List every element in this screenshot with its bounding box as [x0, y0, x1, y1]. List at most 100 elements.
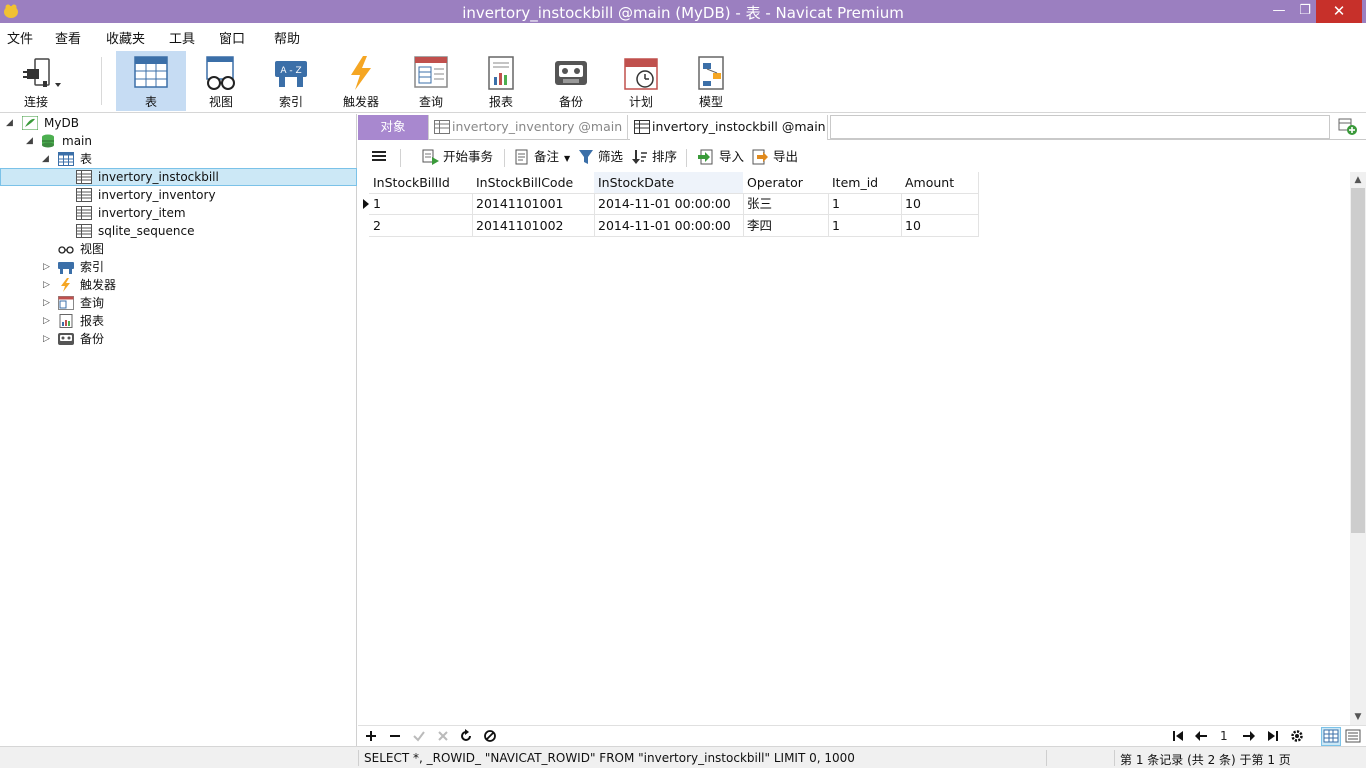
grid-view-button[interactable] — [1321, 727, 1341, 746]
tree-node-backups[interactable]: ▷ 备份 — [0, 330, 357, 348]
new-tab-icon[interactable] — [1338, 118, 1358, 136]
grid-cell[interactable]: 2 — [369, 215, 473, 237]
menu-favorites[interactable]: 收藏夹 — [106, 28, 145, 47]
refresh-button[interactable] — [458, 728, 474, 744]
add-record-button[interactable] — [363, 728, 379, 744]
tab-strip-empty — [830, 115, 1330, 139]
grid-cell[interactable]: 10 — [901, 193, 979, 215]
collapse-arrow-icon[interactable]: ◢ — [26, 132, 36, 150]
tree-node-reports[interactable]: ▷ 报表 — [0, 312, 357, 330]
menu-view[interactable]: 查看 — [55, 28, 81, 47]
tree-node-schema[interactable]: ◢ main — [0, 132, 357, 150]
sort-button[interactable]: 排序 — [632, 149, 680, 167]
filter-button[interactable]: 筛选 — [578, 149, 626, 167]
grid-cell[interactable]: 1 — [828, 193, 902, 215]
tree-node-db[interactable]: ◢ MyDB — [0, 114, 357, 132]
toolbar-table-button[interactable]: 表 — [116, 51, 186, 111]
last-page-button[interactable] — [1265, 728, 1281, 744]
grid-cell[interactable]: 2014-11-01 00:00:00 — [594, 215, 744, 237]
column-header[interactable]: InStockBillId — [369, 172, 473, 194]
grid-cell[interactable]: 20141101002 — [472, 215, 595, 237]
vertical-scrollbar[interactable]: ▲ ▼ — [1350, 172, 1366, 725]
menu-file[interactable]: 文件 — [7, 28, 33, 47]
toolbar-schedule-button[interactable]: 计划 — [606, 51, 676, 111]
grid-cell[interactable]: 10 — [901, 215, 979, 237]
collapse-arrow-icon[interactable]: ◢ — [42, 150, 52, 168]
expand-arrow-icon[interactable]: ▷ — [43, 330, 53, 348]
tree-node-tables[interactable]: ◢ 表 — [0, 150, 357, 168]
import-button[interactable]: 导入 — [698, 149, 746, 167]
tab-objects[interactable]: 对象 — [358, 115, 429, 140]
sqlite-db-icon — [22, 116, 38, 130]
begin-transaction-button[interactable]: 开始事务 — [422, 149, 502, 167]
main-toolbar: 连接 表 视图 A - Z 索引 触发器 查询 报表 备份 计划 模型 — [0, 49, 1366, 113]
grid-cell[interactable]: 1 — [828, 215, 902, 237]
prev-page-button[interactable] — [1193, 728, 1209, 744]
check-icon — [413, 731, 425, 742]
toolbar-trigger-button[interactable]: 触发器 — [326, 51, 396, 111]
expand-arrow-icon[interactable]: ▷ — [43, 258, 53, 276]
close-button[interactable]: ✕ — [1316, 0, 1362, 23]
grid-cell[interactable]: 张三 — [743, 193, 829, 215]
export-icon — [752, 149, 768, 165]
toolbar-query-button[interactable]: 查询 — [396, 51, 466, 111]
next-page-button[interactable] — [1241, 728, 1257, 744]
apply-changes-button[interactable] — [411, 728, 427, 744]
settings-button[interactable] — [1289, 728, 1305, 744]
tab-bar: 对象 invertory_inventory @main (... invert… — [358, 114, 1366, 158]
menu-hamburger-button[interactable] — [372, 149, 388, 167]
tree-item-table[interactable]: invertory_inventory — [0, 186, 357, 204]
toolbar-model-label: 模型 — [698, 95, 723, 109]
tree-label-reports: 报表 — [80, 314, 105, 328]
table-icon — [134, 56, 168, 88]
page-number[interactable]: 1 — [1220, 729, 1228, 743]
scrollbar-thumb[interactable] — [1351, 188, 1365, 533]
tree-node-queries[interactable]: ▷ 查询 — [0, 294, 357, 312]
form-view-button[interactable] — [1345, 728, 1361, 744]
grid-cell[interactable]: 李四 — [743, 215, 829, 237]
stop-button[interactable] — [482, 728, 498, 744]
discard-changes-button[interactable] — [435, 728, 451, 744]
toolbar-report-button[interactable]: 报表 — [466, 51, 536, 111]
grid-cell[interactable]: 20141101001 — [472, 193, 595, 215]
column-header[interactable]: Operator — [743, 172, 829, 194]
tree-item-table[interactable]: invertory_instockbill — [0, 168, 357, 186]
tree-node-indexes[interactable]: ▷ 索引 — [0, 258, 357, 276]
column-header[interactable]: Item_id — [828, 172, 902, 194]
collapse-arrow-icon[interactable]: ◢ — [6, 114, 16, 132]
gear-icon — [1291, 730, 1303, 742]
tree-node-triggers[interactable]: ▷ 触发器 — [0, 276, 357, 294]
scroll-up-icon[interactable]: ▲ — [1350, 172, 1366, 188]
grid-cell[interactable]: 1 — [369, 193, 473, 215]
export-button[interactable]: 导出 — [752, 149, 800, 167]
expand-arrow-icon[interactable]: ▷ — [43, 312, 53, 330]
tree-item-table[interactable]: invertory_item — [0, 204, 357, 222]
arrow-right-icon — [1243, 731, 1255, 741]
plus-icon — [366, 731, 376, 741]
toolbar-view-button[interactable]: 视图 — [186, 51, 256, 111]
tree-node-views[interactable]: 视图 — [0, 240, 357, 258]
toolbar-model-button[interactable]: 模型 — [676, 51, 746, 111]
column-header[interactable]: InStockDate — [594, 172, 744, 194]
column-header[interactable]: InStockBillCode — [472, 172, 595, 194]
grid-cell[interactable]: 2014-11-01 00:00:00 — [594, 193, 744, 215]
toolbar-connect-button[interactable]: 连接 — [6, 51, 76, 111]
first-page-button[interactable] — [1170, 728, 1186, 744]
toolbar-index-button[interactable]: A - Z 索引 — [256, 51, 326, 111]
menu-window[interactable]: 窗口 — [219, 28, 245, 47]
expand-arrow-icon[interactable]: ▷ — [43, 294, 53, 312]
expand-arrow-icon[interactable]: ▷ — [43, 276, 53, 294]
memo-button[interactable]: 备注 ▼ — [514, 149, 574, 167]
toolbar-backup-button[interactable]: 备份 — [536, 51, 606, 111]
scroll-down-icon[interactable]: ▼ — [1350, 709, 1366, 725]
menu-tools[interactable]: 工具 — [169, 28, 195, 47]
delete-record-button[interactable] — [387, 728, 403, 744]
tree-label-indexes: 索引 — [80, 260, 105, 274]
tree-item-table[interactable]: sqlite_sequence — [0, 222, 357, 240]
column-header[interactable]: Amount — [901, 172, 979, 194]
dropdown-arrow-icon[interactable]: ▼ — [564, 151, 570, 167]
tab-inventory[interactable]: invertory_inventory @main (... — [430, 115, 628, 158]
tab-instockbill[interactable]: invertory_instockbill @main ... — [630, 115, 828, 158]
menu-help[interactable]: 帮助 — [274, 28, 300, 47]
index-icon — [58, 262, 74, 274]
